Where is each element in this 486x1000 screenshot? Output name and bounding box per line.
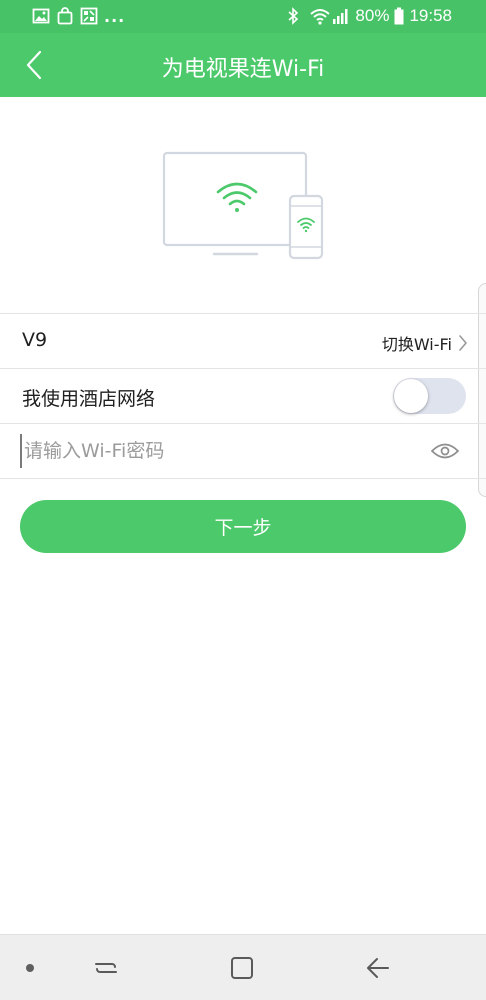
wifi-icon [309, 7, 331, 25]
show-password-button[interactable] [428, 436, 462, 466]
system-nav-bar [0, 934, 486, 1000]
eye-icon [430, 443, 460, 459]
switch-wifi-button[interactable]: 切换Wi-Fi [382, 331, 468, 355]
divider [0, 478, 486, 479]
chevron-right-icon [459, 335, 467, 351]
bag-icon [56, 7, 74, 25]
signal-icon [332, 7, 350, 25]
hotel-network-label: 我使用酒店网络 [22, 388, 156, 410]
network-ssid: V9 [22, 329, 48, 351]
home-button[interactable] [228, 954, 256, 982]
status-time: 19:58 [409, 6, 452, 25]
next-button[interactable]: 下一步 [20, 500, 466, 553]
home-icon [231, 957, 253, 979]
hotel-network-row: 我使用酒店网络 [0, 369, 486, 423]
grid-icon [80, 7, 98, 25]
nav-back-button[interactable] [364, 954, 392, 982]
tv-icon [162, 151, 308, 256]
dot-icon[interactable] [26, 964, 34, 972]
password-row [0, 424, 486, 478]
status-bar: ... 80% 19:58 [0, 0, 486, 33]
hotel-network-toggle[interactable] [393, 378, 466, 414]
status-left-icons: ... [32, 6, 125, 26]
image-icon [32, 7, 50, 25]
recent-apps-icon [95, 963, 117, 973]
recent-apps-button[interactable] [92, 954, 120, 982]
status-right-icons: 80% 19:58 [286, 6, 452, 26]
app-bar: 为电视果连Wi-Fi [0, 33, 486, 97]
battery-icon [394, 7, 404, 25]
back-icon [367, 958, 389, 978]
switch-wifi-label: 切换Wi-Fi [381, 335, 452, 354]
page-title: 为电视果连Wi-Fi [161, 57, 325, 82]
tv-phone-illustration [160, 148, 326, 262]
battery-percent: 80% [355, 6, 390, 25]
status-overflow: ... [104, 6, 126, 26]
network-row: V9 切换Wi-Fi [0, 314, 486, 368]
password-input[interactable] [20, 434, 410, 468]
toggle-knob [394, 379, 428, 413]
bluetooth-icon [286, 7, 304, 25]
